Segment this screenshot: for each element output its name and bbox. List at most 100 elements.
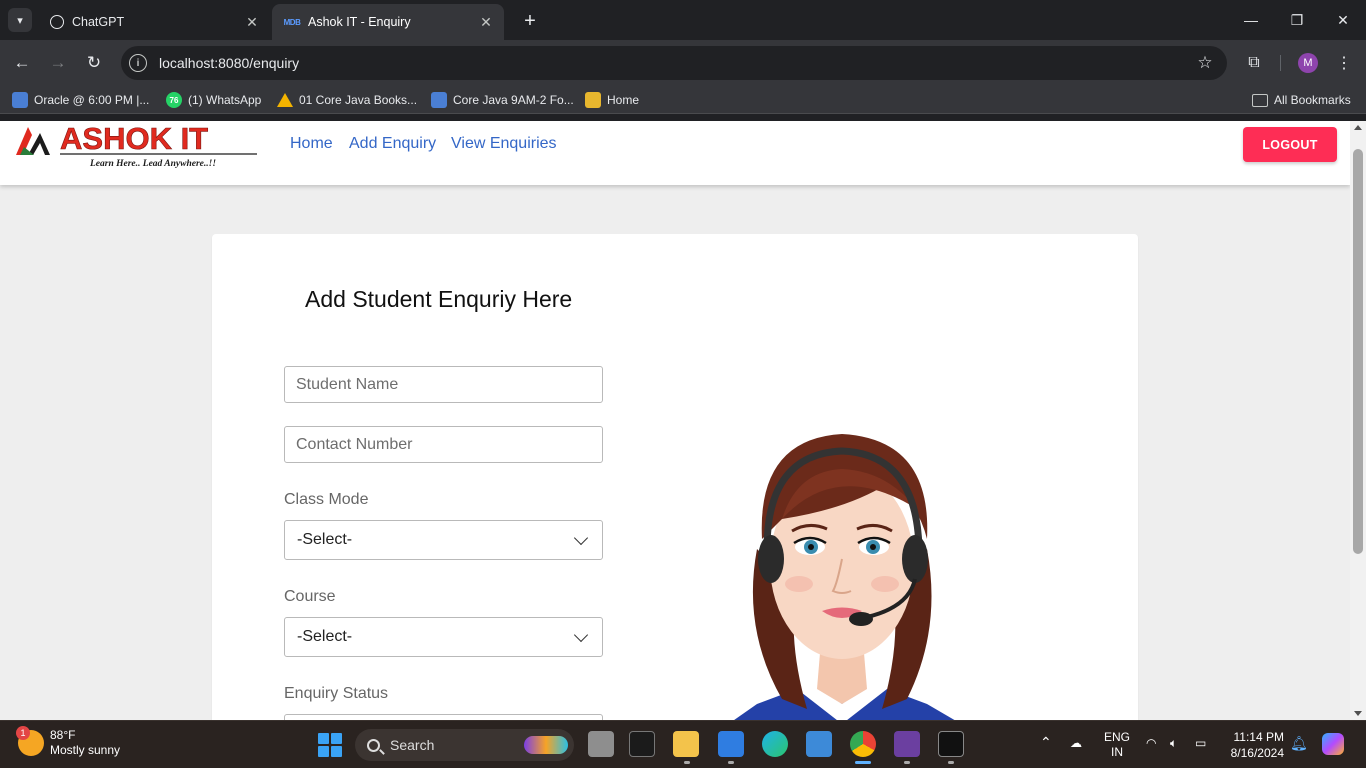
onedrive-icon[interactable]: ☁: [1070, 736, 1082, 750]
wifi-icon[interactable]: ◠: [1146, 736, 1156, 750]
language-indicator[interactable]: ENG IN: [1104, 730, 1130, 760]
close-icon[interactable]: ✕: [478, 14, 494, 31]
select-value: -Select-: [297, 628, 353, 645]
bookmark-item[interactable]: Core Java 9AM-2 Fo...: [431, 91, 574, 109]
menu-button[interactable]: ⋮: [1332, 51, 1356, 75]
file-explorer-icon[interactable]: [673, 731, 699, 757]
bookmark-label: All Bookmarks: [1274, 93, 1351, 107]
enquiry-status-label: Enquiry Status: [284, 685, 389, 702]
site-navbar: ASHOK IT Learn Here.. Lead Anywhere..!! …: [0, 121, 1350, 185]
app-running-indicator: [948, 761, 954, 764]
bookmark-item[interactable]: Oracle @ 6:00 PM |...: [12, 91, 149, 109]
tab-search-button[interactable]: ▾: [8, 8, 32, 32]
student-name-input[interactable]: [284, 366, 603, 403]
chevron-down-icon: [573, 627, 589, 642]
clock-date: 8/16/2024: [1230, 746, 1284, 760]
address-bar[interactable]: i localhost:8080/enquiry ☆: [121, 46, 1227, 80]
notification-bell-icon[interactable]: 🔔︎: [1290, 735, 1308, 752]
restore-button[interactable]: ❐: [1274, 0, 1320, 40]
region-code: IN: [1111, 745, 1123, 759]
copilot-icon[interactable]: [1322, 733, 1344, 755]
battery-icon[interactable]: ▭: [1195, 736, 1206, 750]
windows-taskbar: 1 88°F Mostly sunny Search ⌃ ☁ ENG IN ◠ …: [0, 720, 1366, 768]
site-info-icon[interactable]: i: [129, 54, 147, 72]
volume-icon[interactable]: 🔈︎: [1170, 736, 1177, 751]
kebab-menu-icon: ⋮: [1336, 55, 1352, 72]
close-icon[interactable]: ✕: [244, 14, 260, 31]
bookmark-item[interactable]: 76 (1) WhatsApp: [166, 91, 261, 109]
bookmarks-bar: Oracle @ 6:00 PM |... 76 (1) WhatsApp 01…: [0, 86, 1366, 114]
tab-title: ChatGPT: [72, 15, 125, 29]
nav-link-view-enquiries[interactable]: View Enquiries: [451, 135, 557, 153]
support-agent-illustration: [734, 434, 955, 720]
google-drive-icon: [277, 93, 293, 107]
bookmark-label: (1) WhatsApp: [188, 93, 262, 107]
search-icon: [367, 738, 380, 752]
reload-button[interactable]: ↻: [82, 51, 106, 75]
close-icon: ✕: [1337, 11, 1349, 28]
app-running-indicator: [684, 761, 690, 764]
edge-browser-icon[interactable]: [762, 731, 788, 757]
mdb-favicon-icon: MDB: [283, 17, 301, 27]
logout-button[interactable]: LOGOUT: [1243, 127, 1337, 162]
bookmark-label: 01 Core Java Books...: [299, 93, 418, 107]
extensions-button[interactable]: ⧉: [1242, 51, 1266, 75]
class-mode-label: Class Mode: [284, 491, 369, 508]
media-player-icon[interactable]: [806, 731, 832, 757]
scrollbar-thumb[interactable]: [1353, 149, 1363, 554]
tab-strip: ▾ ChatGPT ✕ MDB Ashok IT - Enquiry ✕ + —…: [0, 0, 1366, 40]
search-label: Search: [390, 737, 435, 753]
whatsapp-icon: 76: [166, 92, 182, 108]
back-button[interactable]: ←: [10, 51, 34, 75]
url-text[interactable]: localhost:8080/enquiry: [159, 55, 1193, 71]
browser-toolbar: ← → ↻ i localhost:8080/enquiry ☆ ⧉ M ⋮: [0, 40, 1366, 86]
classroom-icon: [12, 92, 28, 108]
close-window-button[interactable]: ✕: [1320, 0, 1366, 40]
windows-logo-icon: [331, 746, 342, 757]
bookmark-star-icon[interactable]: ☆: [1193, 53, 1217, 73]
select-value: -Select-: [297, 531, 353, 548]
forward-button[interactable]: →: [46, 51, 70, 75]
nav-link-home[interactable]: Home: [290, 135, 333, 153]
avatar: M: [1298, 53, 1318, 73]
tab-ashok-enquiry[interactable]: MDB Ashok IT - Enquiry ✕: [272, 4, 504, 40]
all-bookmarks-button[interactable]: All Bookmarks: [1252, 91, 1351, 109]
arrow-right-icon: →: [49, 53, 67, 72]
system-clock[interactable]: 11:14 PM 8/16/2024: [1226, 729, 1284, 761]
bookmark-label: Oracle @ 6:00 PM |...: [34, 93, 150, 107]
page-title: Add Student Enquriy Here: [305, 286, 573, 312]
task-view-icon[interactable]: [588, 731, 614, 757]
chrome-browser-icon[interactable]: [850, 731, 876, 757]
new-tab-button[interactable]: +: [518, 9, 542, 33]
plus-icon: +: [524, 9, 536, 32]
profile-button[interactable]: M: [1296, 51, 1320, 75]
terminal-app-icon[interactable]: [629, 731, 655, 757]
windows-logo-icon: [331, 733, 342, 744]
home-icon: [585, 92, 601, 108]
logo-text: ASHOK IT: [60, 121, 208, 156]
chevron-up-icon[interactable]: ⌃: [1040, 734, 1052, 751]
scroll-down-icon[interactable]: [1354, 711, 1362, 716]
taskbar-search[interactable]: Search: [355, 729, 574, 761]
notepad-icon[interactable]: [718, 731, 744, 757]
course-select[interactable]: -Select-: [284, 617, 603, 657]
tab-chatgpt[interactable]: ChatGPT ✕: [38, 4, 270, 40]
minimize-button[interactable]: —: [1228, 0, 1274, 40]
class-mode-select[interactable]: -Select-: [284, 520, 603, 560]
page-scrollbar[interactable]: [1350, 121, 1366, 720]
command-prompt-icon[interactable]: [938, 731, 964, 757]
contact-number-input[interactable]: [284, 426, 603, 463]
weather-widget[interactable]: 1 88°F Mostly sunny: [16, 726, 121, 758]
nav-link-add-enquiry[interactable]: Add Enquiry: [349, 135, 436, 153]
bookmark-item[interactable]: Home: [585, 91, 639, 109]
scroll-up-icon[interactable]: [1354, 125, 1362, 130]
start-button[interactable]: [318, 733, 342, 757]
weather-description: Mostly sunny: [50, 743, 121, 757]
ashok-it-logo[interactable]: ASHOK IT Learn Here.. Lead Anywhere..!!: [14, 121, 259, 171]
bookmark-item[interactable]: 01 Core Java Books...: [277, 91, 417, 109]
enquiry-form-card: Add Student Enquriy Here Class Mode -Sel…: [212, 234, 1138, 720]
course-label: Course: [284, 588, 336, 605]
language-code: ENG: [1104, 730, 1131, 744]
eclipse-ide-icon[interactable]: [894, 731, 920, 757]
restore-icon: ❐: [1290, 11, 1304, 28]
